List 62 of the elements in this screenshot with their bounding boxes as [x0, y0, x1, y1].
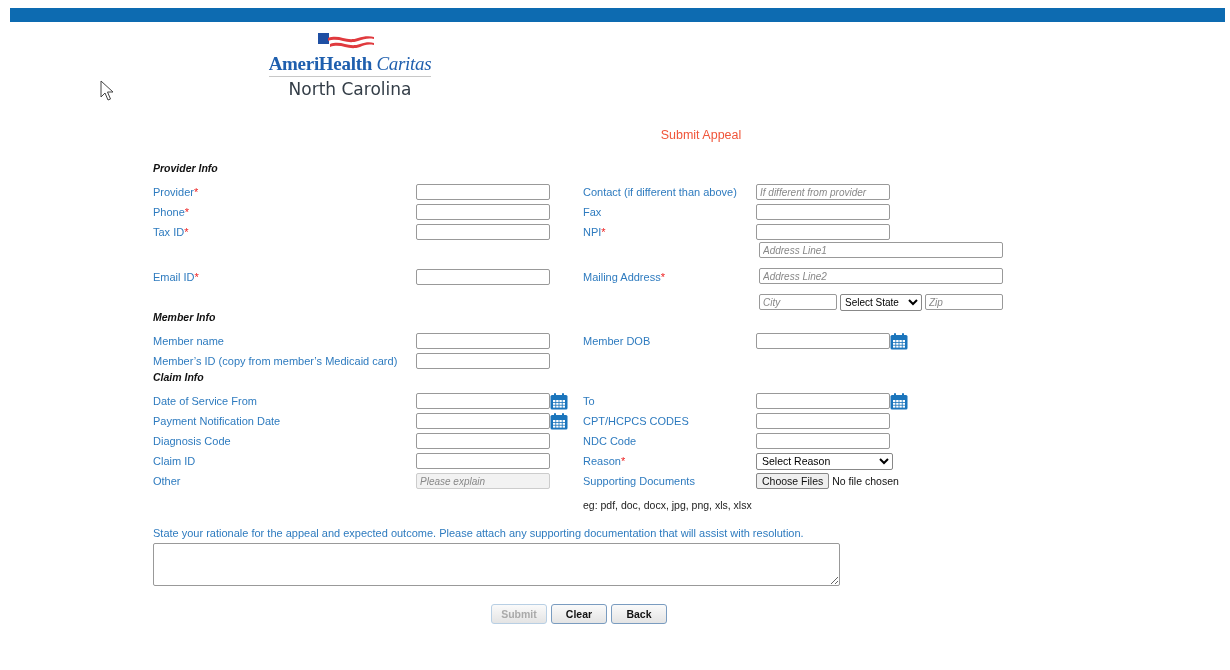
field-label: Tax ID* [153, 226, 190, 238]
field-label: Provider* [153, 186, 200, 198]
text-field[interactable] [756, 204, 890, 220]
city-field[interactable]: City [759, 294, 837, 310]
field-label: Payment Notification Date [153, 415, 282, 427]
field-label: To [583, 395, 596, 407]
field-label: Diagnosis Code [153, 435, 232, 447]
choose-files-button[interactable]: Choose Files [756, 473, 830, 489]
cursor-icon [100, 80, 115, 101]
region-name: North Carolina [288, 79, 412, 99]
calendar-icon[interactable] [550, 392, 568, 410]
field-label: NPI* [583, 226, 607, 238]
calendar-icon[interactable] [550, 412, 568, 430]
field-label: Member name [153, 335, 225, 347]
brand-name: AmeriHealth Caritas [268, 53, 432, 77]
date-field[interactable] [416, 413, 550, 429]
reason-dropdown[interactable]: Select Reason [756, 452, 893, 470]
date-field[interactable] [416, 393, 550, 409]
file-types-hint: eg: pdf, doc, docx, jpg, png, xls, xlsx [583, 499, 753, 511]
field-label: Date of Service From [153, 395, 258, 407]
file-status: No file chosen [832, 475, 899, 487]
field-label: Claim ID [153, 455, 197, 467]
section-title: Provider Info [153, 162, 219, 176]
section-title: Member Info [153, 311, 217, 325]
text-field[interactable] [416, 224, 550, 240]
text-field[interactable] [416, 204, 550, 220]
text-field[interactable] [416, 353, 550, 369]
address-line-field[interactable]: Address Line2 [759, 268, 1003, 284]
section-title: Claim Info [153, 371, 205, 385]
rationale-field[interactable] [153, 543, 840, 586]
text-field[interactable] [756, 224, 890, 240]
text-field[interactable] [416, 453, 550, 469]
calendar-icon[interactable] [890, 392, 908, 410]
field-label: NDC Code [583, 435, 638, 447]
field-label: Member DOB [583, 335, 652, 347]
zip-field[interactable]: Zip [925, 294, 1003, 310]
field-label: Member’s ID (copy from member’s Medicaid card) [153, 355, 399, 367]
address-line-field[interactable]: Address Line1 [759, 242, 1003, 258]
field-label: Supporting Documents [583, 475, 696, 487]
text-field[interactable]: If different from provider [756, 184, 890, 200]
text-field[interactable] [416, 433, 550, 449]
state-dropdown[interactable]: Select State [840, 294, 922, 311]
field-label: Other [153, 475, 182, 487]
field-label: Mailing Address* [583, 270, 666, 283]
field-label: Contact (if different than above) [583, 186, 738, 198]
field-label: Reason* [583, 455, 627, 467]
text-field[interactable] [756, 413, 890, 429]
field-label: Fax [583, 206, 603, 218]
field-label: Email ID* [153, 270, 200, 283]
field-label: CPT/HCPCS CODES [583, 415, 690, 427]
calendar-icon[interactable] [890, 332, 908, 350]
text-field[interactable] [416, 184, 550, 200]
text-field[interactable] [416, 333, 550, 349]
action-button[interactable]: Back [611, 604, 667, 624]
text-field[interactable] [756, 433, 890, 449]
page-title: Submit Appeal [659, 128, 743, 142]
text-field[interactable] [416, 268, 550, 285]
field-label: Phone* [153, 206, 191, 218]
date-field[interactable] [756, 393, 890, 409]
action-button[interactable]: Clear [551, 604, 607, 624]
rationale-label: State your rationale for the appeal and expected outcome. Please attach any supporting documentation that will assist with resolution. [153, 527, 805, 539]
date-field[interactable] [756, 333, 890, 349]
